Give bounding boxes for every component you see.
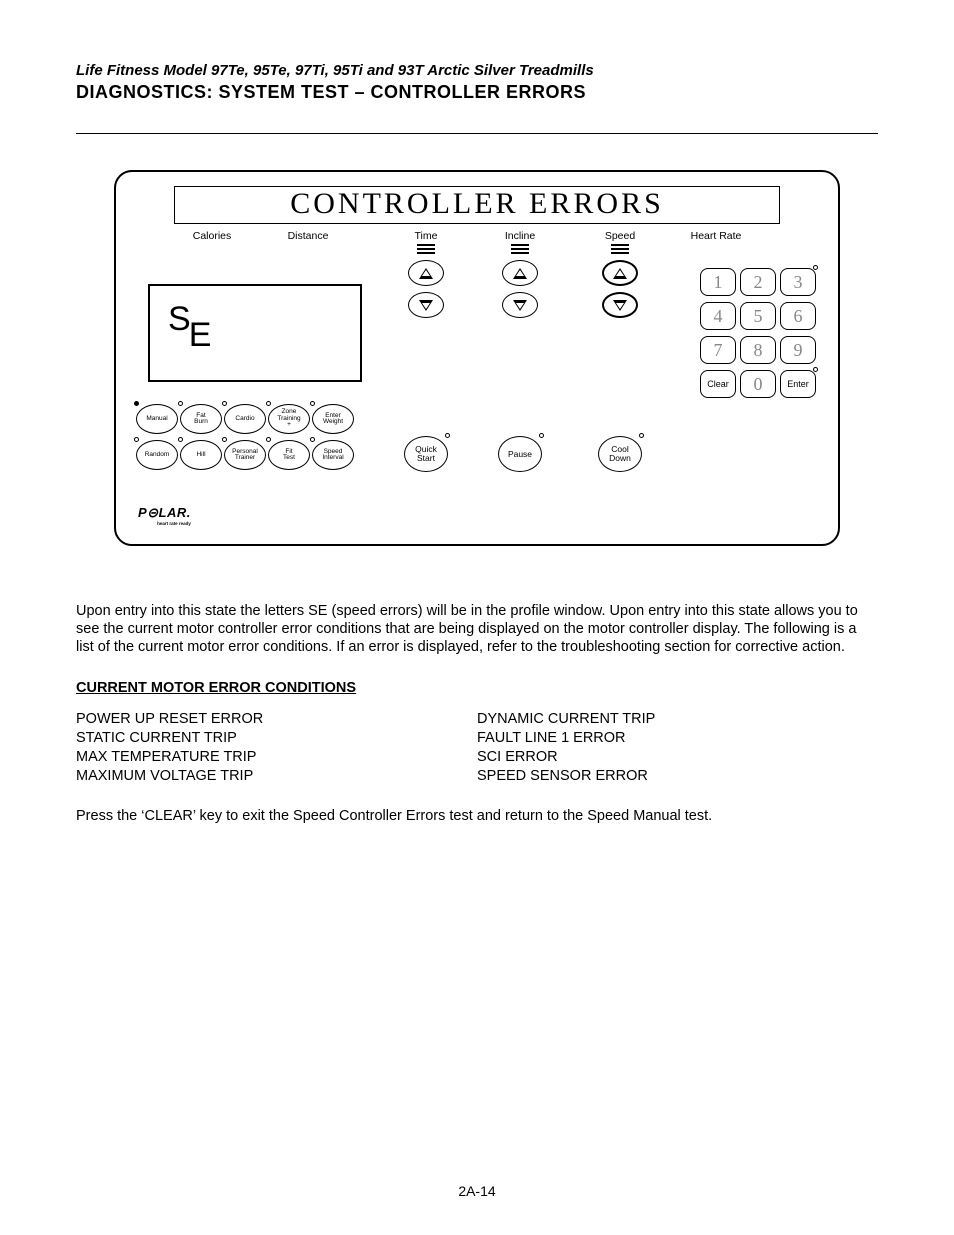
- polar-logo: P⊝LAR. heart rate ready: [138, 505, 191, 526]
- cool-down-button[interactable]: CoolDown: [598, 436, 642, 472]
- speed-column: [600, 244, 640, 324]
- key-9[interactable]: 9: [780, 336, 816, 364]
- prog-manual[interactable]: Manual: [136, 404, 178, 434]
- panel-title: CONTROLLER ERRORS: [174, 186, 780, 224]
- time-bars-icon: [417, 244, 435, 254]
- incline-down-button[interactable]: [502, 292, 538, 318]
- arrow-up-icon: [613, 268, 627, 279]
- time-up-button[interactable]: [408, 260, 444, 286]
- prog-hill[interactable]: Hill: [180, 440, 222, 470]
- key-5[interactable]: 5: [740, 302, 776, 330]
- key-nub-icon: [813, 265, 818, 270]
- error-item: MAX TEMPERATURE TRIP: [76, 748, 477, 767]
- console-panel: CONTROLLER ERRORS Calories Distance Time…: [114, 170, 840, 546]
- prog-cardio[interactable]: Cardio: [224, 404, 266, 434]
- prog-label: ZoneTraining+: [277, 409, 300, 429]
- key-enter[interactable]: Enter: [780, 370, 816, 398]
- footer-paragraph: Press the ‘CLEAR’ key to exit the Speed …: [76, 808, 878, 824]
- label-heartrate: Heart Rate: [684, 230, 748, 242]
- error-item: FAULT LINE 1 ERROR: [477, 729, 878, 748]
- speed-down-button[interactable]: [602, 292, 638, 318]
- prog-label: Random: [145, 452, 170, 459]
- arrow-up-icon: [513, 268, 527, 279]
- prog-label: Manual: [146, 416, 167, 423]
- program-buttons: Manual FatBurn Cardio ZoneTraining+ Ente…: [136, 404, 354, 476]
- key-1[interactable]: 1: [700, 268, 736, 296]
- error-item: POWER UP RESET ERROR: [76, 710, 477, 729]
- prog-personal[interactable]: PersonalTrainer: [224, 440, 266, 470]
- arrow-up-icon: [419, 268, 433, 279]
- label-calories: Calories: [180, 230, 244, 242]
- key-7[interactable]: 7: [700, 336, 736, 364]
- section-heading: CURRENT MOTOR ERROR CONDITIONS: [76, 680, 878, 696]
- pause-button[interactable]: Pause: [498, 436, 542, 472]
- polar-text: P⊝LAR: [138, 505, 187, 520]
- profile-letter-e: E: [189, 316, 210, 355]
- label-incline: Incline: [488, 230, 552, 242]
- page-number: 2A-14: [0, 1183, 954, 1199]
- label-speed: Speed: [588, 230, 652, 242]
- error-item: STATIC CURRENT TRIP: [76, 729, 477, 748]
- key-clear[interactable]: Clear: [700, 370, 736, 398]
- error-item: DYNAMIC CURRENT TRIP: [477, 710, 878, 729]
- key-enter-label: Enter: [787, 379, 809, 389]
- incline-bars-icon: [511, 244, 529, 254]
- key-4[interactable]: 4: [700, 302, 736, 330]
- key-3-label: 3: [794, 272, 803, 293]
- profile-letter-s: S: [168, 300, 189, 339]
- prog-zone[interactable]: ZoneTraining+: [268, 404, 310, 434]
- speed-up-button[interactable]: [602, 260, 638, 286]
- quick-start-button[interactable]: QuickStart: [404, 436, 448, 472]
- numeric-keypad: 1 2 3 4 5 6 7 8 9 Clear 0 Enter: [700, 268, 816, 398]
- header-subtitle: Life Fitness Model 97Te, 95Te, 97Ti, 95T…: [76, 62, 878, 79]
- header-rule: [76, 133, 878, 134]
- prog-label: FatBurn: [194, 413, 208, 426]
- profile-window: SE: [148, 284, 362, 382]
- key-6[interactable]: 6: [780, 302, 816, 330]
- error-column-left: POWER UP RESET ERROR STATIC CURRENT TRIP…: [76, 710, 477, 785]
- key-2[interactable]: 2: [740, 268, 776, 296]
- pause-label: Pause: [508, 450, 532, 459]
- prog-fatburn[interactable]: FatBurn: [180, 404, 222, 434]
- prog-enterweight[interactable]: EnterWeight: [312, 404, 354, 434]
- cool-down-label: CoolDown: [609, 445, 631, 463]
- error-item: SCI ERROR: [477, 748, 878, 767]
- prog-speedint[interactable]: SpeedInterval: [312, 440, 354, 470]
- arrow-down-icon: [419, 300, 433, 311]
- key-0[interactable]: 0: [740, 370, 776, 398]
- time-column: [406, 244, 446, 324]
- prog-label: EnterWeight: [323, 413, 343, 426]
- error-columns: POWER UP RESET ERROR STATIC CURRENT TRIP…: [76, 710, 878, 785]
- polar-sub: heart rate ready: [138, 521, 191, 526]
- error-column-right: DYNAMIC CURRENT TRIP FAULT LINE 1 ERROR …: [477, 710, 878, 785]
- header-title: DIAGNOSTICS: SYSTEM TEST – CONTROLLER ER…: [76, 82, 878, 103]
- arrow-down-icon: [613, 300, 627, 311]
- prog-label: FitTest: [283, 449, 295, 462]
- key-nub-icon: [813, 367, 818, 372]
- incline-column: [500, 244, 540, 324]
- key-8[interactable]: 8: [740, 336, 776, 364]
- prog-label: Cardio: [235, 416, 254, 423]
- label-distance: Distance: [276, 230, 340, 242]
- arrow-down-icon: [513, 300, 527, 311]
- time-down-button[interactable]: [408, 292, 444, 318]
- prog-label: PersonalTrainer: [232, 449, 258, 462]
- label-time: Time: [394, 230, 458, 242]
- prog-fittest[interactable]: FitTest: [268, 440, 310, 470]
- prog-label: Hill: [196, 452, 205, 459]
- prog-label: SpeedInterval: [322, 449, 343, 462]
- error-item: MAXIMUM VOLTAGE TRIP: [76, 767, 477, 786]
- quick-start-label: QuickStart: [415, 445, 437, 463]
- key-3[interactable]: 3: [780, 268, 816, 296]
- incline-up-button[interactable]: [502, 260, 538, 286]
- speed-bars-icon: [611, 244, 629, 254]
- prog-random[interactable]: Random: [136, 440, 178, 470]
- error-item: SPEED SENSOR ERROR: [477, 767, 878, 786]
- body-paragraph: Upon entry into this state the letters S…: [76, 602, 878, 656]
